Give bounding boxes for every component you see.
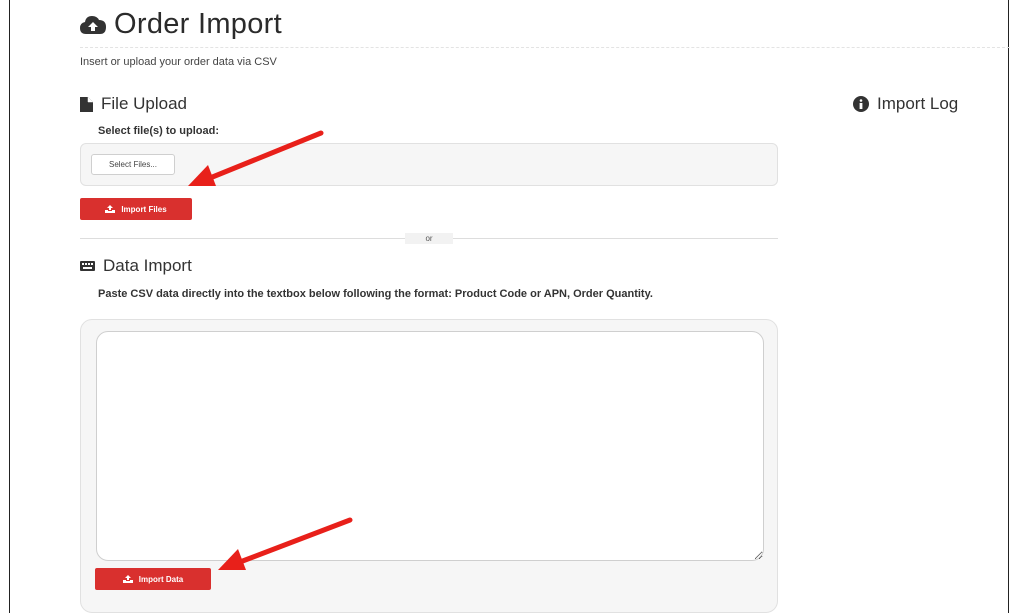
file-upload-heading-text: File Upload (101, 94, 187, 113)
frame-border-right (1008, 0, 1009, 613)
import-files-label: Import Files (121, 204, 167, 214)
page-subtitle: Insert or upload your order data via CSV (80, 56, 277, 68)
page-title: Order Import (114, 8, 282, 40)
frame-border-left (9, 0, 10, 613)
import-log-heading: Import Log (853, 94, 958, 114)
data-import-description: Paste CSV data directly into the textbox… (98, 288, 653, 300)
info-circle-icon (853, 96, 869, 112)
upload-icon (105, 205, 116, 213)
file-upload-heading: File Upload (80, 94, 187, 114)
file-icon (80, 96, 93, 112)
file-upload-dropzone[interactable]: Select Files... (80, 143, 778, 186)
import-data-button[interactable]: Import Data (95, 568, 211, 590)
csv-data-textarea[interactable] (96, 331, 764, 561)
import-files-button[interactable]: Import Files (80, 198, 192, 220)
cloud-upload-icon (80, 15, 106, 34)
page-header: Order Import (80, 8, 282, 41)
import-log-heading-text: Import Log (877, 94, 959, 113)
data-import-heading: Data Import (80, 256, 192, 276)
keyboard-icon (80, 261, 95, 271)
data-import-heading-text: Data Import (103, 256, 192, 275)
upload-icon (122, 575, 133, 583)
import-data-label: Import Data (138, 574, 184, 584)
select-files-label: Select file(s) to upload: (98, 125, 220, 137)
header-divider (80, 47, 1010, 48)
select-files-button[interactable]: Select Files... (91, 154, 175, 175)
divider-or-label: or (405, 233, 453, 244)
